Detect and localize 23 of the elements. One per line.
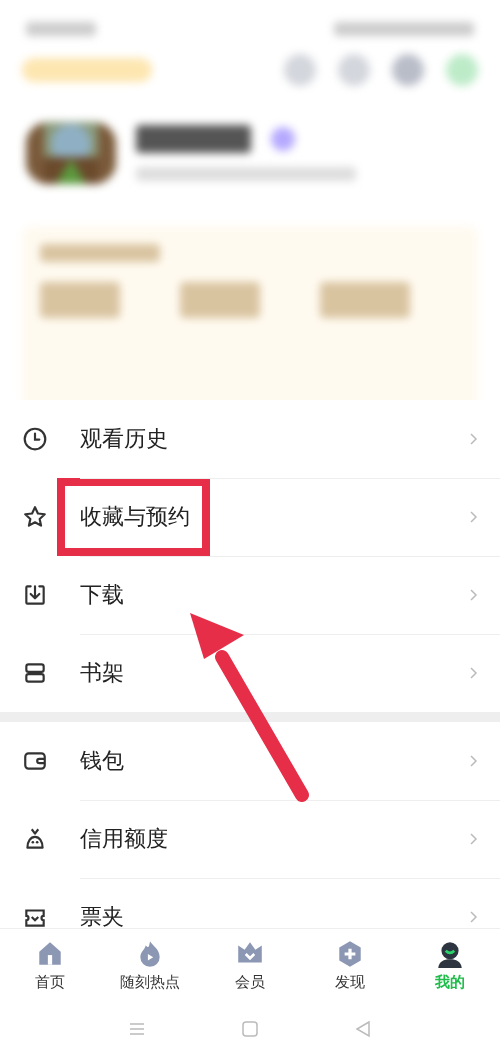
shelf-icon [22,660,48,686]
nav-tab[interactable]: 会员 [205,938,295,992]
chevron-icon [468,910,478,924]
highlight-box: 收藏与预约 [57,478,210,556]
nav-tab[interactable]: 首页 [5,938,95,992]
round-icon-blur [392,54,424,86]
chevron-icon [468,832,478,846]
clock-icon [22,426,48,452]
chevron-icon [468,510,478,524]
round-icon-blur [446,54,478,86]
chevron-icon [468,588,478,602]
status-time-blur [26,22,96,36]
nav-tab[interactable]: 发现 [305,938,395,992]
round-icon-blur [284,54,316,86]
home-square-icon[interactable] [240,1018,260,1039]
download-icon [22,582,48,608]
nav-tab[interactable]: 随刻热点 [105,938,195,992]
star-icon [22,504,48,530]
chevron-icon [468,432,478,446]
round-icon-blur [338,54,370,86]
chevron-icon [468,666,478,680]
chevron-icon [468,754,478,768]
badge-icon-blur [271,127,295,151]
